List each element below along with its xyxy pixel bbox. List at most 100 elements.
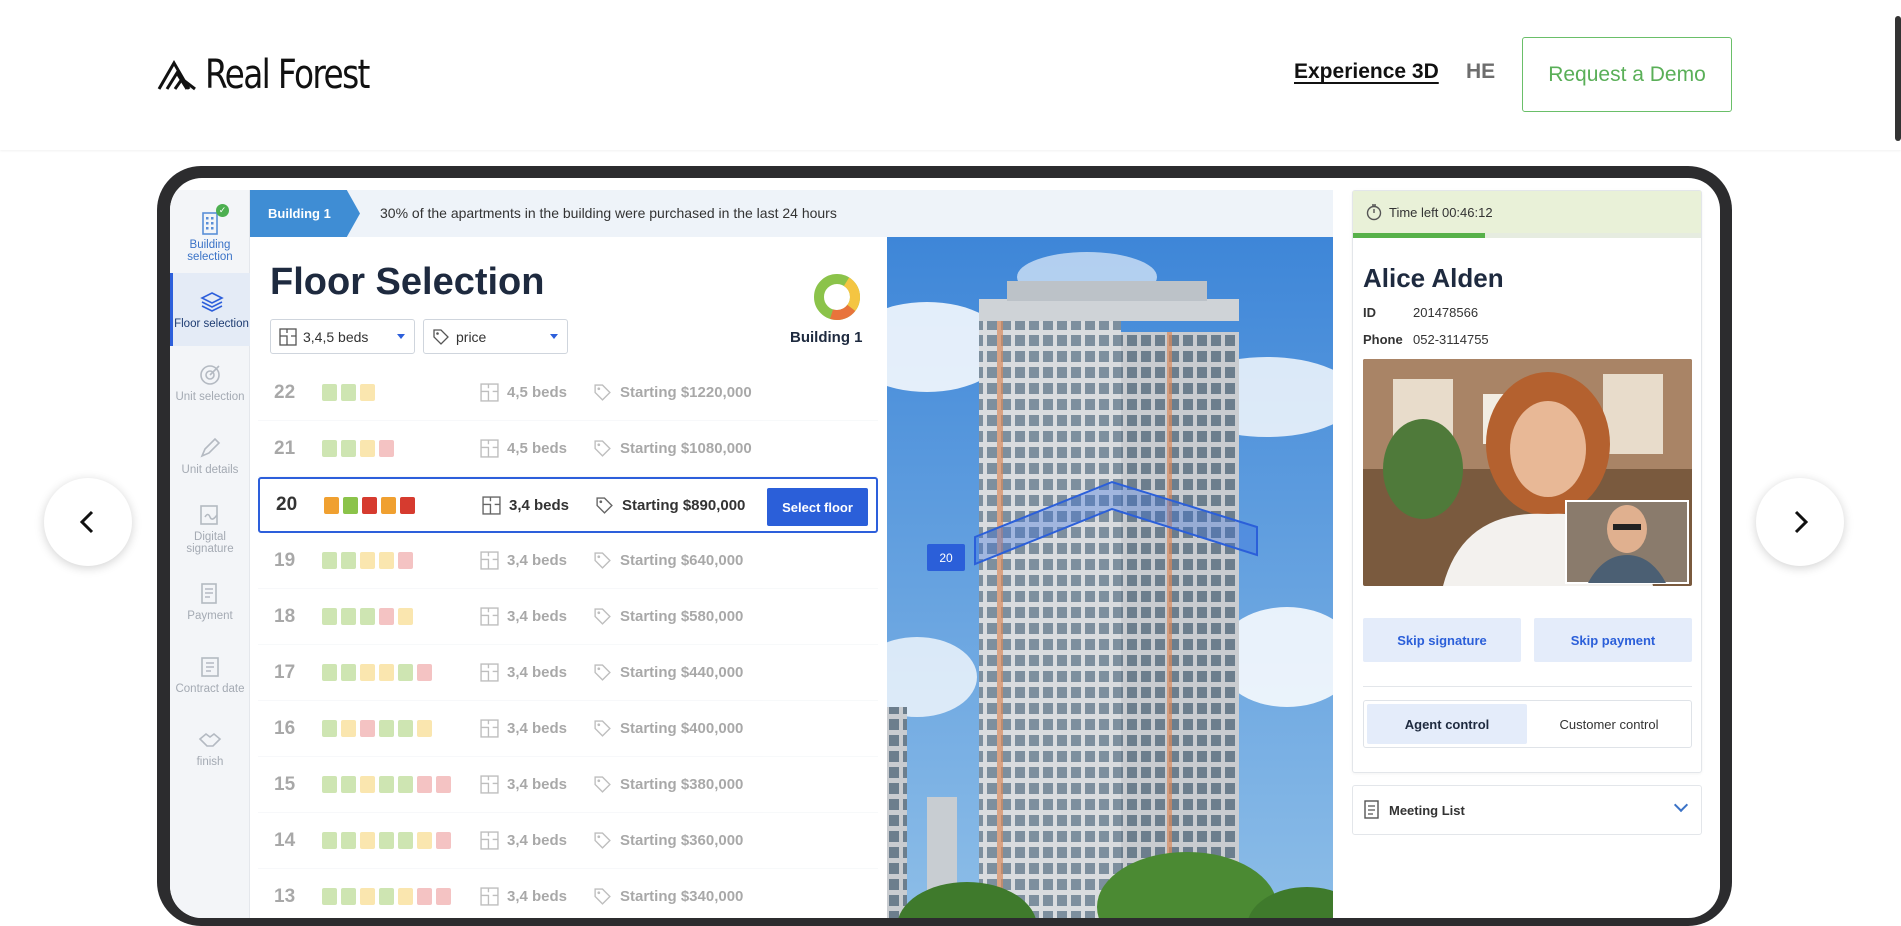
price-text: Starting $400,000 [620, 720, 744, 737]
select-floor-button[interactable]: Select floor [767, 488, 868, 526]
step-finish[interactable]: finish [170, 711, 250, 784]
step-building-selection[interactable]: ✓ Building selection [170, 200, 250, 273]
unit-swatch [341, 440, 356, 457]
payment-icon [197, 581, 223, 607]
price-tag-icon [594, 664, 611, 681]
video-call-image [1363, 359, 1692, 586]
beds-text: 3,4 beds [507, 888, 568, 905]
floor-row[interactable]: 14 3,4 beds Starting $360,000 [258, 813, 878, 869]
document-icon [1364, 800, 1379, 819]
skip-payment-button[interactable]: Skip payment [1534, 618, 1692, 662]
floor-row[interactable]: 15 3,4 beds Starting $380,000 [258, 757, 878, 813]
skip-signature-button[interactable]: Skip signature [1363, 618, 1521, 662]
contract-icon [197, 654, 223, 680]
floor-row[interactable]: 19 3,4 beds Starting $640,000 [258, 533, 878, 589]
customer-control-tab[interactable]: Customer control [1529, 704, 1689, 744]
sales-donut-icon [814, 274, 860, 320]
timer-progress [1353, 233, 1701, 238]
unit-swatch [379, 888, 394, 905]
unit-swatch [360, 776, 375, 793]
unit-availability [324, 496, 415, 514]
floor-number: 16 [274, 717, 296, 739]
unit-swatch [398, 664, 413, 681]
unit-availability [322, 720, 432, 737]
unit-swatch [417, 776, 432, 793]
price-tag-icon [594, 440, 611, 457]
brand-logo[interactable]: Real Forest [157, 52, 405, 98]
floorplan-icon [482, 495, 501, 515]
customer-name: Alice Alden [1363, 263, 1504, 293]
floor-row-selected[interactable]: 20 3,4 beds Starting $890,000 Select floor [258, 477, 878, 533]
price-text: Starting $580,000 [620, 608, 744, 625]
unit-swatch [360, 664, 375, 681]
floor-row[interactable]: 22 4,5 beds Starting $1220,000 [258, 365, 878, 421]
unit-swatch [341, 888, 356, 905]
language-switch[interactable]: HE [1466, 60, 1495, 84]
price-tag-icon [594, 384, 611, 401]
floor-row[interactable]: 13 3,4 beds Starting $340,000 [258, 869, 878, 918]
beds-text: 3,4 beds [509, 496, 570, 514]
pen-icon [197, 435, 223, 461]
floor-number: 18 [274, 605, 296, 627]
step-contract-date[interactable]: Contract date [170, 638, 250, 711]
divider [1363, 686, 1692, 687]
unit-swatch [324, 496, 339, 514]
floor-row[interactable]: 21 4,5 beds Starting $1080,000 [258, 421, 878, 477]
video-call[interactable] [1363, 359, 1692, 586]
step-unit-details[interactable]: Unit details [170, 419, 250, 492]
floor-row[interactable]: 18 3,4 beds Starting $580,000 [258, 589, 878, 645]
step-digital-signature[interactable]: Digital signature [170, 492, 250, 565]
unit-availability [322, 440, 394, 457]
unit-swatch [379, 552, 394, 569]
floor-beds: 3,4 beds [480, 551, 567, 570]
floorplan-icon [480, 719, 499, 738]
unit-swatch [436, 776, 451, 793]
carousel-prev-button[interactable] [44, 478, 132, 566]
floor-row[interactable]: 17 3,4 beds Starting $440,000 [258, 645, 878, 701]
beds-text: 4,5 beds [507, 384, 568, 401]
chevron-right-icon [1794, 510, 1809, 534]
floor-row[interactable]: 16 3,4 beds Starting $400,000 [258, 701, 878, 757]
step-floor-selection[interactable]: Floor selection [170, 273, 250, 346]
unit-swatch [379, 776, 394, 793]
step-label: Payment [187, 610, 233, 622]
unit-swatch [322, 384, 337, 401]
unit-swatch [360, 720, 375, 737]
floor-number: 15 [274, 773, 296, 795]
unit-availability [322, 384, 375, 401]
price-text: Starting $380,000 [620, 776, 744, 793]
step-label: Unit selection [175, 391, 245, 403]
price-tag-icon [594, 888, 611, 905]
price-text: Starting $440,000 [620, 664, 744, 681]
timer-bar: Time left 00:46:12 [1353, 191, 1701, 233]
beds-text: 3,4 beds [507, 832, 568, 849]
unit-swatch [381, 496, 396, 514]
scrollbar-thumb[interactable] [1895, 16, 1901, 141]
agent-control-tab[interactable]: Agent control [1367, 704, 1527, 744]
floor-price: Starting $580,000 [593, 607, 743, 626]
unit-swatch [322, 720, 337, 737]
unit-swatch [360, 440, 375, 457]
step-payment[interactable]: Payment [170, 565, 250, 638]
chevron-down-icon [397, 334, 405, 339]
meeting-list-label: Meeting List [1389, 802, 1465, 818]
price-text: Starting $360,000 [620, 832, 744, 849]
unit-swatch [398, 608, 413, 625]
price-tag-icon [594, 720, 611, 737]
unit-swatch [341, 552, 356, 569]
price-filter-dropdown[interactable]: price [423, 319, 568, 354]
unit-swatch [379, 720, 394, 737]
floor-beds: 3,4 beds [480, 607, 567, 626]
unit-availability [322, 552, 413, 569]
floor-marker[interactable]: 20 [927, 544, 965, 571]
step-unit-selection[interactable]: Unit selection [170, 346, 250, 419]
experience-3d-link[interactable]: Experience 3D [1294, 60, 1439, 84]
request-demo-button[interactable]: Request a Demo [1522, 37, 1732, 112]
check-icon: ✓ [216, 204, 229, 217]
carousel-next-button[interactable] [1756, 478, 1844, 566]
beds-filter-dropdown[interactable]: 3,4,5 beds [270, 319, 415, 354]
phone-value: 052-3114755 [1413, 332, 1489, 347]
building-3d-view[interactable]: 20 [887, 237, 1333, 918]
customer-phone: Phone 052-3114755 [1363, 332, 1489, 347]
meeting-list-dropdown[interactable]: Meeting List [1352, 785, 1702, 835]
